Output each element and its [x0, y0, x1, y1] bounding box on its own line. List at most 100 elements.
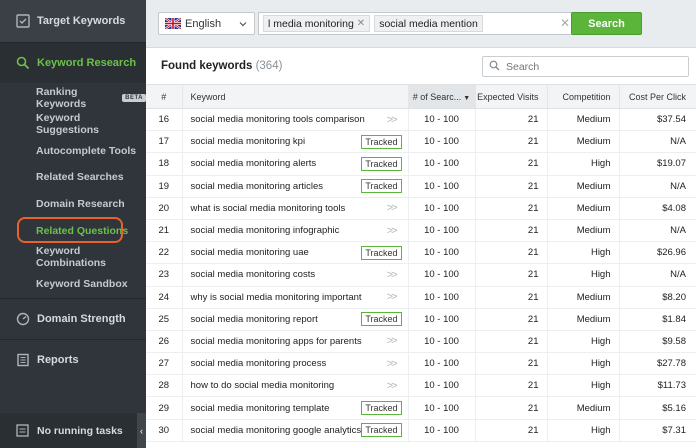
table-row[interactable]: 29 social media monitoring template Tracke…: [146, 396, 696, 420]
sidebar-item-label: Keyword Combinations: [36, 245, 106, 269]
add-to-tracked-icon[interactable]: >>: [387, 335, 402, 347]
visits-cell: 21: [474, 108, 547, 132]
searches-cell: 10 - 100: [407, 130, 475, 154]
col-header-keyword[interactable]: Keyword: [181, 84, 408, 109]
keyword-cell[interactable]: social media monitoring tools comparison…: [181, 108, 408, 132]
keyword-cell[interactable]: how to do social media monitoring >>: [181, 374, 408, 398]
keyword-cell[interactable]: why is social media monitoring important…: [181, 286, 408, 309]
highlight-ring: [17, 217, 123, 243]
keywords-input[interactable]: l media monitoring ✕ social media mention…: [258, 12, 576, 35]
visits-cell: 21: [474, 419, 547, 442]
collapse-sidebar-button[interactable]: ‹: [137, 413, 146, 448]
table-row[interactable]: 21 social media monitoring infographic >> 1…: [146, 219, 696, 243]
keyword-cell[interactable]: social media monitoring report Tracked: [181, 308, 408, 331]
col-header-competition[interactable]: Competition: [546, 84, 619, 109]
results-title-text: Found keywords: [161, 60, 253, 72]
sort-desc-icon: ▼: [463, 94, 471, 102]
competition-cell: Medium: [546, 108, 619, 132]
keyword-cell[interactable]: social media monitoring process >>: [181, 352, 408, 376]
add-to-tracked-icon[interactable]: >>: [387, 269, 402, 281]
table-row[interactable]: 19 social media monitoring articles Tracke…: [146, 175, 696, 198]
chevron-left-icon: ‹: [140, 425, 143, 436]
sidebar-item-related-searches[interactable]: Related Searches: [0, 164, 146, 190]
cpc-cell: $4.08: [618, 197, 696, 220]
tracked-badge[interactable]: Tracked: [361, 312, 402, 327]
table-row[interactable]: 20 what is social media monitoring tools >…: [146, 197, 696, 220]
visits-cell: 21: [474, 286, 547, 309]
sidebar-item-domain-research[interactable]: Domain Research: [0, 191, 146, 217]
nav-reports[interactable]: Reports: [0, 346, 146, 374]
add-to-tracked-icon[interactable]: >>: [387, 202, 402, 214]
keyword-text: social media monitoring kpi: [190, 136, 306, 148]
col-header-searches[interactable]: # of Searc... ▼: [407, 84, 475, 109]
keyword-chip[interactable]: l media monitoring ✕: [263, 15, 371, 32]
add-to-tracked-icon[interactable]: >>: [387, 225, 402, 237]
add-to-tracked-icon[interactable]: >>: [387, 114, 402, 126]
table-row[interactable]: 22 social media monitoring uae Tracked 10 -…: [146, 241, 696, 265]
keyword-cell[interactable]: social media monitoring kpi Tracked: [181, 130, 408, 154]
cpc-cell: $5.16: [618, 396, 696, 420]
tracked-badge[interactable]: Tracked: [361, 245, 402, 260]
table-row[interactable]: 25 social media monitoring report Tracked 1…: [146, 308, 696, 331]
sidebar-item-ranking-keywords[interactable]: Ranking Keywords BETA: [0, 85, 146, 111]
sidebar: Target Keywords Keyword Research Ranking…: [0, 0, 146, 448]
add-to-tracked-icon[interactable]: >>: [387, 358, 402, 370]
add-to-tracked-icon[interactable]: >>: [387, 291, 402, 303]
searches-cell: 10 - 100: [407, 374, 475, 398]
keyword-cell[interactable]: social media monitoring articles Tracked: [181, 175, 408, 198]
table-row[interactable]: 27 social media monitoring process >> 10 - …: [146, 352, 696, 376]
tracked-badge[interactable]: Tracked: [361, 401, 402, 416]
col-header-cpc[interactable]: Cost Per Click: [618, 84, 696, 109]
searches-cell: 10 - 100: [407, 352, 475, 376]
sidebar-divider: [0, 298, 146, 299]
col-header-searches-label: # of Searc...: [412, 91, 462, 102]
nav-keyword-research[interactable]: Keyword Research: [0, 43, 146, 83]
table-row[interactable]: 23 social media monitoring costs >> 10 - 10…: [146, 263, 696, 287]
sidebar-item-keyword-suggestions[interactable]: Keyword Suggestions: [0, 111, 146, 137]
results-count: (364): [255, 60, 283, 72]
tracked-badge[interactable]: Tracked: [361, 134, 402, 149]
nav-domain-strength[interactable]: Domain Strength: [0, 305, 146, 333]
col-header-visits[interactable]: Expected Visits: [474, 84, 547, 109]
table-row[interactable]: 18 social media monitoring alerts Tracked 1…: [146, 152, 696, 176]
keyword-cell[interactable]: social media monitoring apps for parents…: [181, 330, 408, 354]
table-row[interactable]: 28 how to do social media monitoring >> 10 …: [146, 374, 696, 398]
keyword-cell[interactable]: what is social media monitoring tools >>: [181, 197, 408, 220]
keyword-cell[interactable]: social media monitoring uae Tracked: [181, 241, 408, 265]
sidebar-item-keyword-combinations[interactable]: Keyword Combinations: [0, 244, 146, 270]
table-row[interactable]: 26 social media monitoring apps for paren…: [146, 330, 696, 354]
table-row[interactable]: 24 why is social media monitoring importa…: [146, 286, 696, 309]
close-icon[interactable]: ✕: [357, 18, 365, 29]
keyword-cell[interactable]: social media monitoring google analytics…: [181, 419, 408, 442]
add-to-tracked-icon[interactable]: >>: [387, 380, 402, 392]
keyword-text: social media monitoring google analytics: [190, 424, 362, 436]
col-header-num[interactable]: #: [146, 84, 182, 109]
search-button[interactable]: Search: [571, 12, 642, 35]
tracked-badge[interactable]: Tracked: [361, 156, 402, 171]
keyword-cell[interactable]: social media monitoring infographic >>: [181, 219, 408, 243]
sidebar-item-keyword-sandbox[interactable]: Keyword Sandbox: [0, 271, 146, 297]
tracked-badge[interactable]: Tracked: [361, 423, 402, 438]
cpc-cell: $1.84: [618, 308, 696, 331]
keyword-cell[interactable]: social media monitoring template Tracked: [181, 396, 408, 420]
tracked-badge[interactable]: Tracked: [361, 179, 402, 194]
keywords-table: # Keyword # of Searc... ▼ Expected Visits…: [146, 84, 696, 442]
table-row[interactable]: 16 social media monitoring tools comparis…: [146, 108, 696, 132]
language-select[interactable]: English: [158, 12, 255, 35]
table-row[interactable]: 17 social media monitoring kpi Tracked 10 -…: [146, 130, 696, 154]
table-row[interactable]: 30 social media monitoring google analyti…: [146, 419, 696, 442]
cpc-cell: N/A: [618, 263, 696, 287]
keyword-cell[interactable]: social media monitoring costs >>: [181, 263, 408, 287]
row-number: 26: [146, 330, 182, 354]
row-number: 17: [146, 130, 182, 154]
nav-target-keywords[interactable]: Target Keywords: [0, 0, 146, 42]
keyword-cell[interactable]: social media monitoring alerts Tracked: [181, 152, 408, 176]
keyword-chip[interactable]: social media mention: [374, 15, 483, 32]
table-search-box[interactable]: [482, 56, 689, 77]
table-search-input[interactable]: [506, 60, 676, 73]
keyword-text: social media monitoring alerts: [190, 158, 317, 170]
clear-input-icon[interactable]: ✕: [560, 16, 570, 30]
sidebar-item-autocomplete-tools[interactable]: Autocomplete Tools: [0, 138, 146, 164]
results-title: Found keywords (364): [161, 60, 282, 72]
tasks-bar[interactable]: No running tasks: [0, 413, 146, 448]
